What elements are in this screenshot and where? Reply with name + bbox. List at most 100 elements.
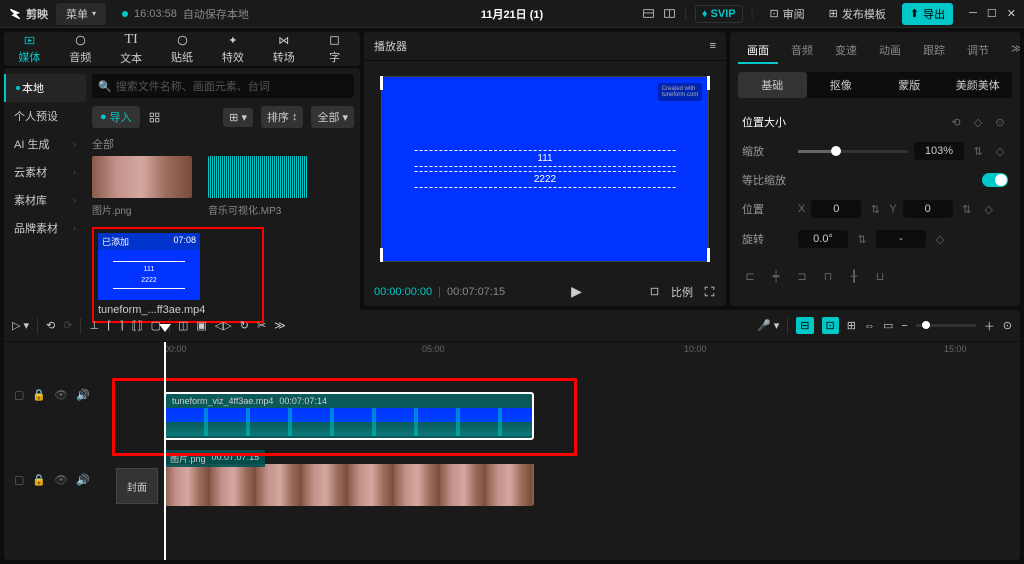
track-eye-icon[interactable]: 👁 xyxy=(54,389,68,402)
import-button[interactable]: ● 导入 xyxy=(92,106,140,128)
more-tools-icon[interactable]: ≫ xyxy=(274,319,286,332)
media-thumb-image[interactable]: 图片.png xyxy=(92,156,192,217)
align-center-h-icon[interactable]: ┿ xyxy=(768,268,784,284)
magnet-tool-1[interactable]: ⊟ xyxy=(796,317,813,334)
source-ai[interactable]: AI 生成› xyxy=(4,130,86,158)
clip-video[interactable]: tuneform_viz_4ff3ae.mp400:07:07:14 xyxy=(164,392,534,440)
track2-mute-icon[interactable]: ▢ xyxy=(14,474,24,487)
track2-eye-icon[interactable]: 👁 xyxy=(54,474,68,487)
align-left-icon[interactable]: ⊏ xyxy=(742,268,758,284)
grid-icon[interactable] xyxy=(148,111,161,124)
pos-x-input[interactable]: 0 xyxy=(811,200,861,218)
tab-sticker[interactable]: 贴纸 xyxy=(157,32,208,66)
subtab-cutout[interactable]: 抠像 xyxy=(807,72,876,98)
tab-more[interactable]: ≫ xyxy=(1002,38,1020,64)
clip-image[interactable]: 图片.png00:07:07:15 xyxy=(164,450,534,506)
keep-ratio-toggle[interactable] xyxy=(982,173,1008,187)
track-mute-icon[interactable]: ▢ xyxy=(14,389,24,402)
subtab-mask[interactable]: 蒙版 xyxy=(875,72,944,98)
tab-media[interactable]: 媒体 xyxy=(4,32,55,66)
tab-text[interactable]: TI文本 xyxy=(106,32,157,66)
keyframe-icon[interactable]: ◇ xyxy=(970,114,986,130)
settings-icon[interactable]: ⊙ xyxy=(992,114,1008,130)
tab-font[interactable]: 字 xyxy=(309,32,360,66)
filter-all-button[interactable]: 全部 ▾ xyxy=(311,106,354,128)
track-speaker-icon[interactable]: 🔊 xyxy=(76,389,90,402)
link-icon[interactable]: ⇔ xyxy=(864,320,875,332)
tab-adjust[interactable]: 调节 xyxy=(958,38,998,64)
crop-icon[interactable] xyxy=(648,285,661,298)
layout-icon-2[interactable] xyxy=(663,7,676,20)
zoom-in-icon[interactable]: ＋ xyxy=(984,318,995,334)
timeline-ruler[interactable]: 00:00 05:00 10:00 15:00 xyxy=(4,342,1020,360)
tab-track[interactable]: 跟踪 xyxy=(914,38,954,64)
align-right-icon[interactable]: ⊐ xyxy=(794,268,810,284)
mic-icon[interactable]: 🎤 ▾ xyxy=(757,319,779,332)
crop-tool-icon[interactable]: ✂ xyxy=(257,319,266,332)
pos-keyframe[interactable]: ◇ xyxy=(981,201,997,217)
reset-icon[interactable]: ⟲ xyxy=(948,114,964,130)
tab-audio[interactable]: 音频 xyxy=(55,32,106,66)
player-canvas[interactable]: Created withtuneform.com 111 2222 xyxy=(381,76,709,262)
tool-icon-1[interactable]: ◫ xyxy=(178,319,188,332)
preview-icon[interactable]: ▭ xyxy=(883,319,893,332)
tab-picture[interactable]: 画面 xyxy=(738,38,778,64)
source-library[interactable]: 素材库› xyxy=(4,186,86,214)
project-title[interactable]: 11月21日 (1) xyxy=(481,6,543,22)
subtab-beauty[interactable]: 美颜美体 xyxy=(944,72,1013,98)
rot-keyframe[interactable]: ◇ xyxy=(932,231,948,247)
minimize-icon[interactable]: ─ xyxy=(969,7,977,20)
undo-icon[interactable]: ⟲ xyxy=(46,319,55,332)
sort-button[interactable]: 排序 ↕ xyxy=(261,106,304,128)
scale-slider[interactable] xyxy=(798,150,908,153)
playhead[interactable] xyxy=(164,342,166,560)
source-local[interactable]: 本地 xyxy=(4,74,86,102)
search-input[interactable]: 🔍 搜索文件名称、画面元素、台词 xyxy=(92,74,354,98)
view-button[interactable]: ⊞ ▾ xyxy=(223,108,253,127)
export-button[interactable]: ⬆ 导出 xyxy=(902,3,953,25)
media-thumb-audio[interactable]: 音乐可视化.MP3 xyxy=(208,156,308,217)
source-preset[interactable]: 个人预设 xyxy=(4,102,86,130)
fullscreen-icon[interactable] xyxy=(703,285,716,298)
mirror-icon[interactable]: ◁▷ xyxy=(215,319,232,332)
video-track-1[interactable]: ▢ 🔒 👁 🔊 tuneform_viz_4ff3ae.mp400:07:07:… xyxy=(104,360,1020,430)
scale-keyframe[interactable]: ◇ xyxy=(992,143,1008,159)
menu-button[interactable]: 菜单▾ xyxy=(56,3,106,25)
magnet-tool-2[interactable]: ⊡ xyxy=(822,317,839,334)
redo-icon[interactable]: ⟳ xyxy=(63,319,72,332)
align-center-v-icon[interactable]: ╂ xyxy=(846,268,862,284)
source-brand[interactable]: 品牌素材› xyxy=(4,214,86,242)
split-icon[interactable]: ⊥ xyxy=(89,319,99,332)
tab-anim[interactable]: 动画 xyxy=(870,38,910,64)
rotate-icon[interactable]: ↻ xyxy=(240,319,249,332)
zoom-fit-icon[interactable]: ⊙ xyxy=(1003,319,1012,332)
align-bottom-icon[interactable]: ⊔ xyxy=(872,268,888,284)
video-track-2[interactable]: ▢ 🔒 👁 🔊 封面 图片.png00:07:07:15 xyxy=(104,450,1020,510)
pos-y-input[interactable]: 0 xyxy=(903,200,953,218)
scale-value[interactable]: 103% xyxy=(914,142,964,160)
scale-stepper[interactable]: ⇅ xyxy=(970,143,986,159)
trim-left-icon[interactable]: ⌈ xyxy=(107,319,111,332)
zoom-out-icon[interactable]: − xyxy=(901,320,907,332)
svip-badge[interactable]: ♦ SVIP xyxy=(695,5,743,23)
select-tool[interactable]: ▷ ▾ xyxy=(12,319,29,332)
tab-effects[interactable]: ✦特效 xyxy=(207,32,258,66)
layout-icon-1[interactable] xyxy=(642,7,655,20)
play-button[interactable]: ▶ xyxy=(571,283,582,299)
source-cloud[interactable]: 云素材› xyxy=(4,158,86,186)
maximize-icon[interactable]: ☐ xyxy=(987,7,997,20)
subtab-basic[interactable]: 基础 xyxy=(738,72,807,98)
tab-speed[interactable]: 变速 xyxy=(826,38,866,64)
player-menu-icon[interactable]: ≡ xyxy=(710,40,716,52)
media-thumb-video[interactable]: 已添加07:08 1112222 tuneform_...ff3ae.mp4 xyxy=(98,233,200,316)
trim-right-icon[interactable]: ⌉ xyxy=(119,319,123,332)
publish-template-button[interactable]: ⊞ 发布模板 xyxy=(821,3,894,25)
cover-button[interactable]: 封面 xyxy=(116,468,158,504)
review-button[interactable]: ⊡ 审阅 xyxy=(761,3,812,25)
align-top-icon[interactable]: ⊓ xyxy=(820,268,836,284)
tool-icon-2[interactable]: ▣ xyxy=(196,319,206,332)
rotation-input[interactable]: 0.0° xyxy=(798,230,848,248)
close-icon[interactable]: ✕ xyxy=(1007,7,1016,20)
tab-audio-prop[interactable]: 音频 xyxy=(782,38,822,64)
tab-transition[interactable]: ⋈转场 xyxy=(258,32,309,66)
